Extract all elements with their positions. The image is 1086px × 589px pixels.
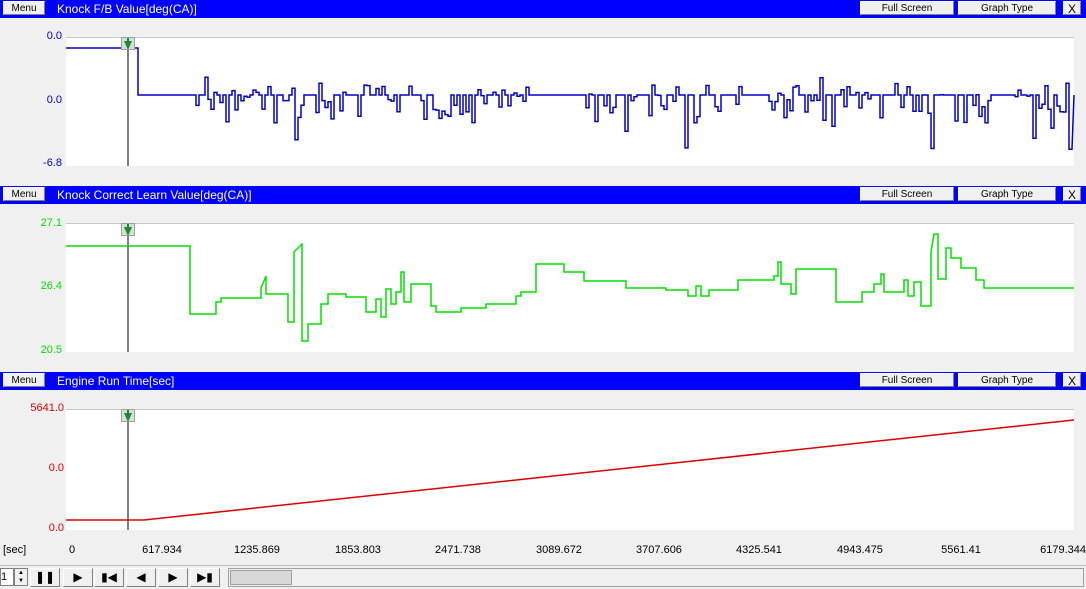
graph-title-bar: Menu Knock F/B Value[deg(CA)] Full Scree… bbox=[0, 0, 1086, 18]
timeline-scrollbar[interactable] bbox=[228, 568, 1084, 587]
y-label-bottom: 0.0 bbox=[48, 522, 64, 534]
menu-button[interactable]: Menu bbox=[3, 373, 45, 387]
speed-field[interactable]: 1 bbox=[0, 568, 14, 586]
playback-toolbar: 1 ▲ ▼ ❚❚ ▶ ▮◀ ◀ ▶ ▶▮ bbox=[0, 565, 1086, 589]
trace-line bbox=[66, 419, 1075, 521]
x-tick: 2471.738 bbox=[435, 544, 481, 556]
back-button[interactable]: ◀ bbox=[126, 568, 156, 587]
pause-button[interactable]: ❚❚ bbox=[30, 568, 60, 587]
trace-line bbox=[66, 233, 1074, 342]
graph-plot-knock-fb bbox=[66, 38, 1075, 166]
close-button[interactable]: X bbox=[1063, 187, 1081, 202]
y-label-bottom: -6.8 bbox=[43, 157, 62, 169]
graph-type-button[interactable]: Graph Type bbox=[958, 373, 1056, 387]
menu-button[interactable]: Menu bbox=[3, 1, 45, 15]
y-label-top: 27.1 bbox=[40, 217, 62, 229]
step-back-button[interactable]: ▮◀ bbox=[94, 568, 124, 587]
x-tick: 3707.606 bbox=[636, 544, 682, 556]
x-tick: 6179.344 bbox=[1040, 544, 1086, 556]
x-tick: 4325.541 bbox=[736, 544, 782, 556]
graph-title: Knock F/B Value[deg(CA)] bbox=[57, 2, 197, 16]
x-axis: [sec] 0 617.934 1235.869 1853.803 2471.7… bbox=[0, 540, 1086, 562]
full-screen-button[interactable]: Full Screen bbox=[860, 373, 954, 387]
full-screen-button[interactable]: Full Screen bbox=[860, 187, 954, 201]
graph-title: Knock Correct Learn Value[deg(CA)] bbox=[57, 188, 252, 202]
cursor-marker-icon[interactable] bbox=[121, 223, 135, 236]
graph-type-button[interactable]: Graph Type bbox=[958, 187, 1056, 201]
close-button[interactable]: X bbox=[1063, 373, 1081, 388]
graph-panel-engine-run-time: Menu Engine Run Time[sec] Full Screen Gr… bbox=[0, 372, 1086, 540]
y-label-bottom: 20.5 bbox=[40, 344, 62, 356]
y-label-top: 0.0 bbox=[46, 30, 62, 42]
x-tick: 617.934 bbox=[142, 544, 182, 556]
scrollbar-thumb[interactable] bbox=[230, 570, 292, 585]
graph-plot-engine-run-time bbox=[66, 410, 1075, 530]
graph-panel-knock-fb: Menu Knock F/B Value[deg(CA)] Full Scree… bbox=[0, 0, 1086, 180]
play-button[interactable]: ▶ bbox=[63, 568, 93, 587]
graph-title-bar: Menu Knock Correct Learn Value[deg(CA)] … bbox=[0, 186, 1086, 204]
graph-plot-knock-learn bbox=[66, 224, 1074, 352]
plot-area[interactable] bbox=[66, 409, 1075, 530]
menu-button[interactable]: Menu bbox=[3, 187, 45, 201]
trace-line bbox=[66, 47, 1075, 150]
plot-area[interactable] bbox=[66, 223, 1074, 352]
plot-area[interactable] bbox=[66, 37, 1075, 166]
y-label-mid: 0.0 bbox=[46, 94, 62, 106]
close-button[interactable]: X bbox=[1063, 1, 1081, 16]
x-tick: 1853.803 bbox=[335, 544, 381, 556]
forward-button[interactable]: ▶ bbox=[158, 568, 188, 587]
speed-spinner[interactable]: ▲ ▼ bbox=[14, 568, 28, 586]
y-label-mid: 26.4 bbox=[40, 280, 62, 292]
y-label-mid: 0.0 bbox=[48, 462, 64, 474]
graph-title-bar: Menu Engine Run Time[sec] Full Screen Gr… bbox=[0, 372, 1086, 390]
x-tick: 1235.869 bbox=[234, 544, 280, 556]
step-forward-button[interactable]: ▶▮ bbox=[190, 568, 220, 587]
graph-panel-knock-learn: Menu Knock Correct Learn Value[deg(CA)] … bbox=[0, 186, 1086, 366]
cursor-marker-icon[interactable] bbox=[121, 37, 135, 50]
x-axis-unit: [sec] bbox=[3, 544, 27, 556]
graph-title: Engine Run Time[sec] bbox=[57, 374, 175, 388]
y-label-top: 5641.0 bbox=[30, 402, 64, 414]
graph-type-button[interactable]: Graph Type bbox=[958, 1, 1056, 15]
full-screen-button[interactable]: Full Screen bbox=[860, 1, 954, 15]
x-tick: 4943.475 bbox=[837, 544, 883, 556]
x-tick: 3089.672 bbox=[536, 544, 582, 556]
cursor-marker-icon[interactable] bbox=[121, 409, 135, 422]
x-tick: 5561.41 bbox=[941, 544, 981, 556]
x-tick: 0 bbox=[68, 544, 76, 556]
